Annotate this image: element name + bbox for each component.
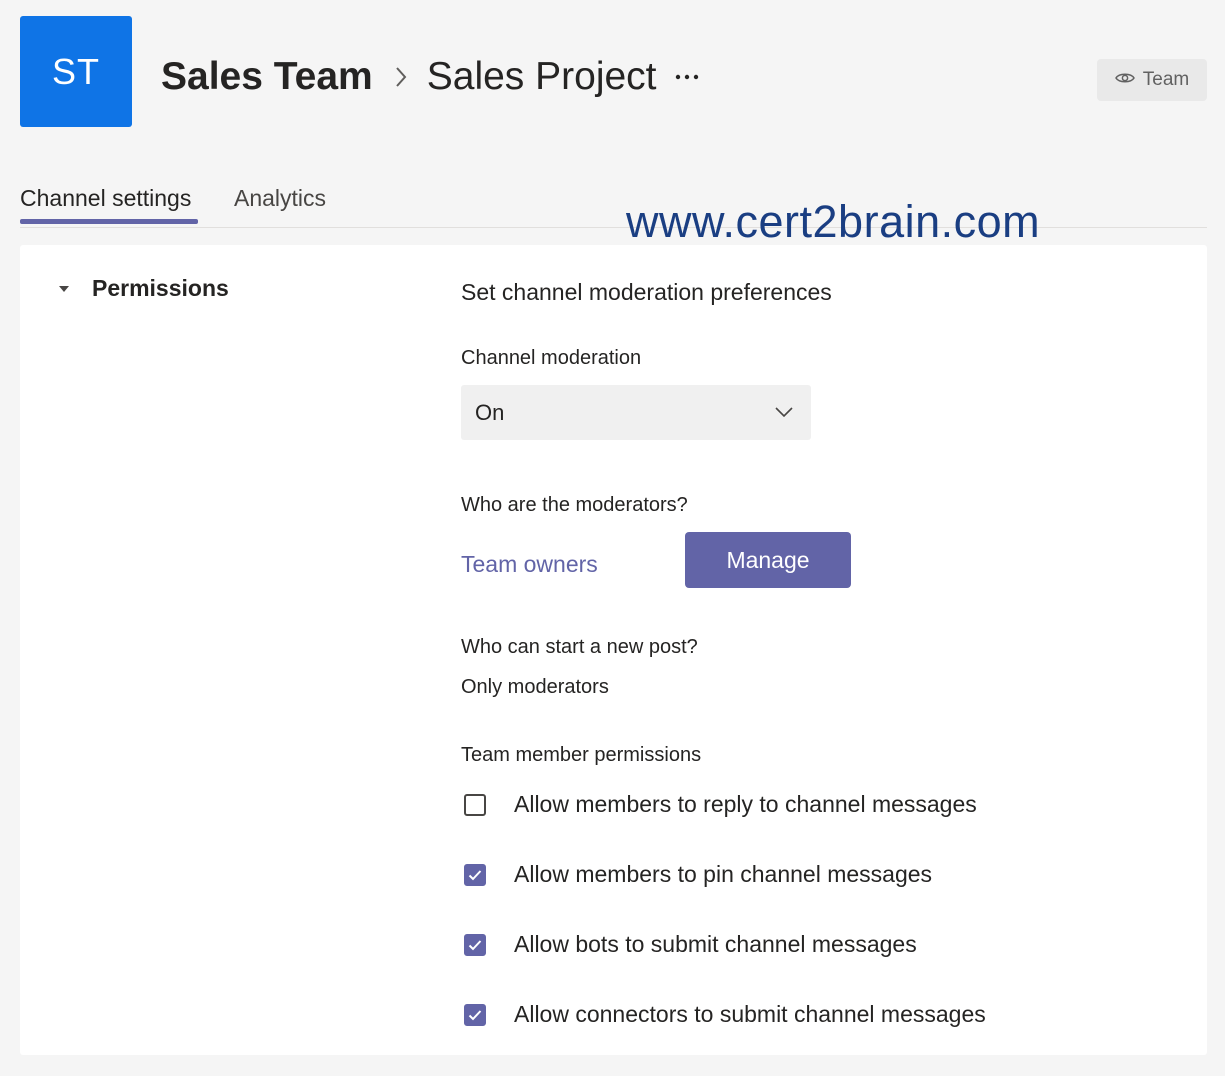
channel-name: Sales Project [426,55,657,98]
team-avatar[interactable]: ST [20,16,132,127]
checkbox[interactable] [464,933,486,956]
new-post-label: Who can start a new post? [461,636,698,658]
active-tab-indicator [20,219,198,224]
channel-moderation-label: Channel moderation [461,347,642,369]
checkbox-label: Allow members to reply to channel messag… [514,791,977,817]
checkbox-row-bots[interactable]: Allow bots to submit channel messages [464,931,917,958]
checkmark-icon [468,939,482,950]
caret-down-icon [58,280,70,298]
team-name[interactable]: Sales Team [161,55,373,99]
team-badge-label: Team [1142,69,1190,90]
tab-channel-settings[interactable]: Channel settings [20,185,191,212]
dropdown-value: On [475,399,505,425]
moderators-label: Who are the moderators? [461,494,688,516]
settings-card: Permissions Set channel moderation prefe… [20,245,1207,1055]
more-options-icon[interactable] [675,74,699,80]
section-title: Permissions [92,275,229,301]
checkbox-label: Allow members to pin channel messages [514,861,933,887]
checkmark-icon [468,869,482,880]
manage-button[interactable]: Manage [685,532,851,588]
checkbox-row-reply[interactable]: Allow members to reply to channel messag… [464,791,977,818]
member-permissions-label: Team member permissions [461,744,702,766]
team-visibility-badge[interactable]: Team [1097,59,1207,101]
tab-analytics[interactable]: Analytics [234,185,326,212]
checkbox[interactable] [464,863,486,886]
new-post-value: Only moderators [461,676,609,698]
eye-icon [1114,69,1135,91]
checkbox-label: Allow bots to submit channel messages [514,931,917,957]
section-description: Set channel moderation preferences [461,279,832,305]
avatar-initials: ST [51,50,100,92]
breadcrumb: Sales Team Sales Project [161,50,699,104]
watermark: www.cert2brain.com [626,196,1041,247]
checkbox[interactable] [464,793,486,816]
chevron-right-icon [395,66,407,88]
checkmark-icon [468,1009,482,1020]
checkbox[interactable] [464,1003,486,1026]
channel-moderation-dropdown[interactable]: On [461,385,811,440]
permissions-section-toggle[interactable]: Permissions [58,275,229,302]
checkbox-row-connectors[interactable]: Allow connectors to submit channel messa… [464,1001,986,1028]
checkbox-label: Allow connectors to submit channel messa… [514,1001,986,1027]
team-owners-link[interactable]: Team owners [461,551,598,578]
checkbox-row-pin[interactable]: Allow members to pin channel messages [464,861,932,888]
chevron-down-icon [775,404,793,422]
